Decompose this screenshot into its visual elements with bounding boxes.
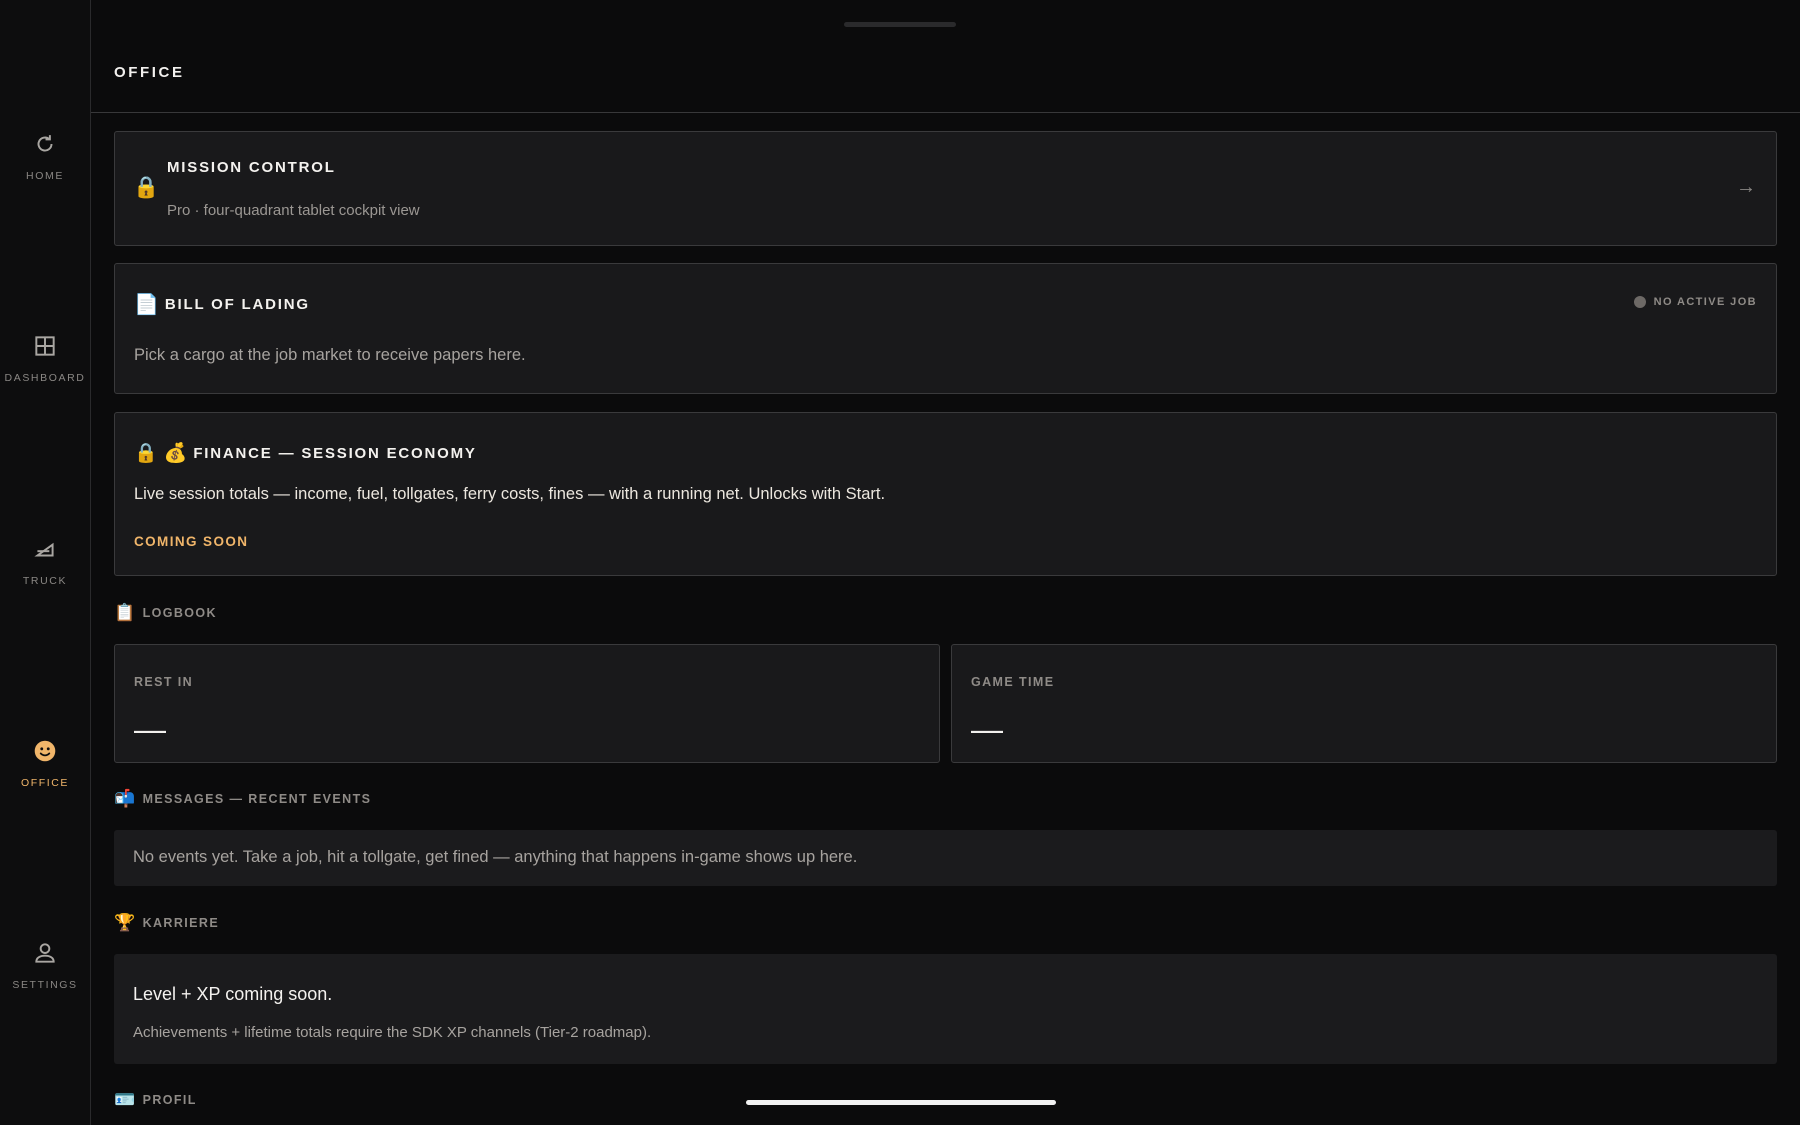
status-dot-icon — [1633, 296, 1646, 308]
refresh-icon — [0, 128, 90, 158]
finance-body: Live session totals — income, fuel, toll… — [134, 485, 886, 503]
rest-in-value: — — [134, 711, 166, 747]
messages-panel: No events yet. Take a job, hit a tollgat… — [114, 830, 1777, 886]
rest-in-label: REST IN — [134, 675, 194, 689]
app-window: HOME DASHBOARD TRUCK OFFICE SETTINGS OFF… — [0, 0, 1800, 1125]
job-status-text: NO ACTIVE JOB — [1653, 296, 1757, 308]
bill-of-lading-title: BILL OF LADING — [164, 296, 310, 313]
messages-heading-text: MESSAGES — RECENT EVENTS — [142, 792, 372, 806]
lock-icon: 🔒 — [134, 443, 158, 464]
mission-control-subtitle: Pro · four-quadrant tablet cockpit view — [167, 202, 420, 219]
game-time-label: GAME TIME — [971, 675, 1055, 689]
trophy-icon: 🏆 — [114, 913, 137, 932]
sidebar-item-label: TRUCK — [22, 575, 68, 587]
career-panel: Level + XP coming soon. Achievements + l… — [114, 954, 1777, 1064]
career-heading: 🏆 KARRIERE — [114, 913, 219, 933]
sidebar-item-dashboard[interactable]: DASHBOARD — [0, 330, 90, 384]
game-time-value: — — [971, 711, 1003, 747]
document-icon: 📄 — [134, 294, 159, 316]
logbook-heading-text: LOGBOOK — [142, 606, 217, 620]
page-title: OFFICE — [114, 64, 185, 81]
messages-empty-text: No events yet. Take a job, hit a tollgat… — [133, 848, 858, 866]
clipboard-icon: 📋 — [114, 603, 137, 622]
sidebar-item-settings[interactable]: SETTINGS — [0, 937, 90, 991]
game-time-stat: GAME TIME — — [951, 644, 1777, 763]
money-bag-icon: 💰 — [163, 443, 188, 464]
finance-header: 🔒 💰 FINANCE — SESSION ECONOMY — [134, 441, 477, 465]
page-header: OFFICE — [91, 0, 1800, 113]
messages-heading: 📬 MESSAGES — RECENT EVENTS — [114, 789, 371, 809]
finance-card: 🔒 💰 FINANCE — SESSION ECONOMY Live sessi… — [114, 412, 1777, 576]
sidebar-item-label: OFFICE — [20, 777, 70, 789]
coming-soon-badge: COMING SOON — [134, 534, 249, 549]
career-title: Level + XP coming soon. — [133, 984, 333, 1004]
lock-icon: 🔒 — [133, 176, 160, 199]
ramp-icon — [0, 533, 90, 563]
mission-control-card[interactable]: 🔒 MISSION CONTROL Pro · four-quadrant ta… — [114, 131, 1777, 246]
sidebar-nav: HOME DASHBOARD TRUCK OFFICE SETTINGS — [0, 0, 91, 1125]
job-status-badge: NO ACTIVE JOB — [1633, 296, 1757, 308]
bill-of-lading-card: 📄 BILL OF LADING NO ACTIVE JOB Pick a ca… — [114, 263, 1777, 394]
grid-icon — [0, 330, 90, 360]
bill-of-lading-body: Pick a cargo at the job market to receiv… — [134, 346, 526, 364]
bill-of-lading-header: 📄 BILL OF LADING — [134, 292, 310, 317]
person-icon — [0, 937, 90, 967]
home-indicator[interactable] — [746, 1100, 1056, 1105]
main-content[interactable]: OFFICE 🔒 MISSION CONTROL Pro · four-quad… — [91, 0, 1800, 1125]
finance-title: FINANCE — SESSION ECONOMY — [193, 444, 477, 462]
smiley-icon — [0, 735, 90, 765]
career-heading-text: KARRIERE — [142, 916, 220, 930]
profile-heading-text: PROFIL — [142, 1093, 197, 1107]
id-card-icon: 🪪 — [114, 1090, 137, 1109]
arrow-right-icon[interactable]: → — [1736, 176, 1756, 199]
sidebar-item-truck[interactable]: TRUCK — [0, 533, 90, 587]
sidebar-item-home[interactable]: HOME — [0, 128, 90, 182]
career-body: Achievements + lifetime totals require t… — [133, 1024, 652, 1041]
sidebar-item-office[interactable]: OFFICE — [0, 735, 90, 789]
mission-control-title: MISSION CONTROL — [167, 159, 336, 176]
profile-heading: 🪪 PROFIL — [114, 1090, 197, 1110]
sidebar-item-label: HOME — [26, 170, 64, 182]
rest-in-stat: REST IN — — [114, 644, 940, 763]
sidebar-item-label: SETTINGS — [12, 979, 78, 991]
mailbox-icon: 📬 — [114, 789, 137, 808]
sidebar-item-label: DASHBOARD — [4, 372, 86, 384]
logbook-heading: 📋 LOGBOOK — [114, 603, 217, 623]
